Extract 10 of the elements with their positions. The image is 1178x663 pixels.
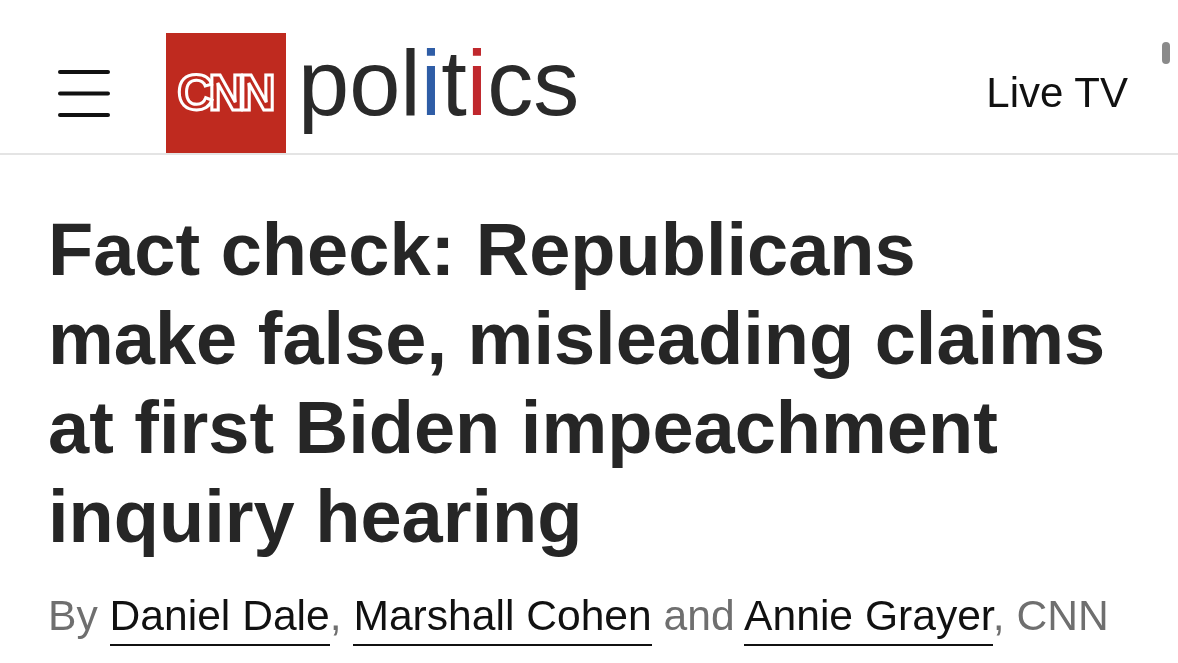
author-link[interactable]: Daniel Dale [109,591,330,646]
author-link[interactable]: Marshall Cohen [353,591,652,646]
menu-icon [58,69,110,117]
headline: Fact check: Republicans make false, misleading claims at first Biden impeachment inquiry hearing [48,207,1107,560]
author-link[interactable]: Annie Grayer [744,591,993,646]
menu-button[interactable] [56,67,112,119]
scroll-indicator [1162,42,1170,64]
live-tv-link[interactable]: Live TV [986,68,1128,117]
section-wordmark[interactable]: politics [298,27,580,139]
logo[interactable]: CNN [166,33,286,153]
